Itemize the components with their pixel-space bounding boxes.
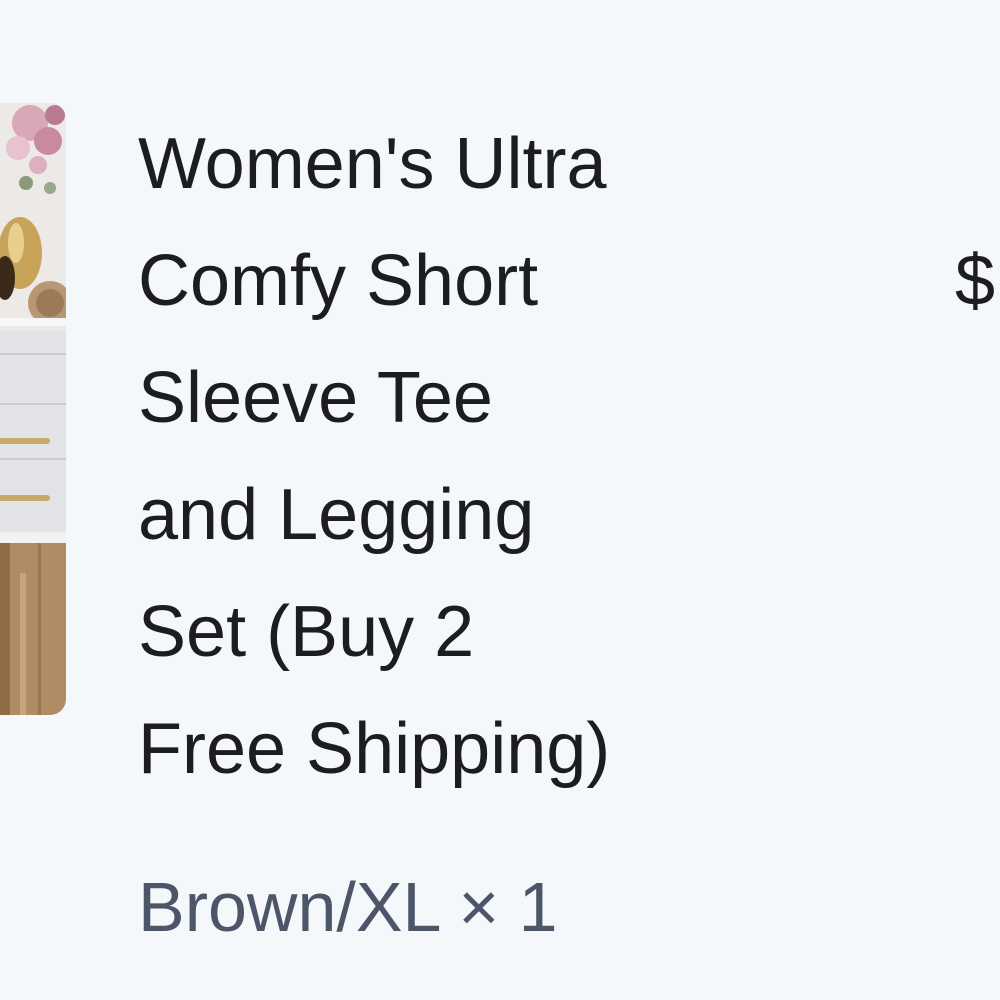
variant-quantity: Brown/XL × 1 [138,868,558,946]
product-title-line: Free Shipping) [138,709,611,789]
product-title-line: Women's Ultra [138,124,607,204]
product-title-line: and Legging [138,475,535,555]
product-title-line: Comfy Short [138,241,539,321]
product-title[interactable]: Women's Ultra Comfy Short Sleeve Tee and… [138,106,698,808]
order-item-row[interactable]: Women's Ultra Comfy Short Sleeve Tee and… [0,0,1000,1000]
product-thumbnail[interactable] [0,103,66,715]
product-title-line: Sleeve Tee [138,358,493,438]
item-price: $ [955,241,996,321]
product-title-line: Set (Buy 2 [138,592,475,672]
product-photo [0,103,66,715]
